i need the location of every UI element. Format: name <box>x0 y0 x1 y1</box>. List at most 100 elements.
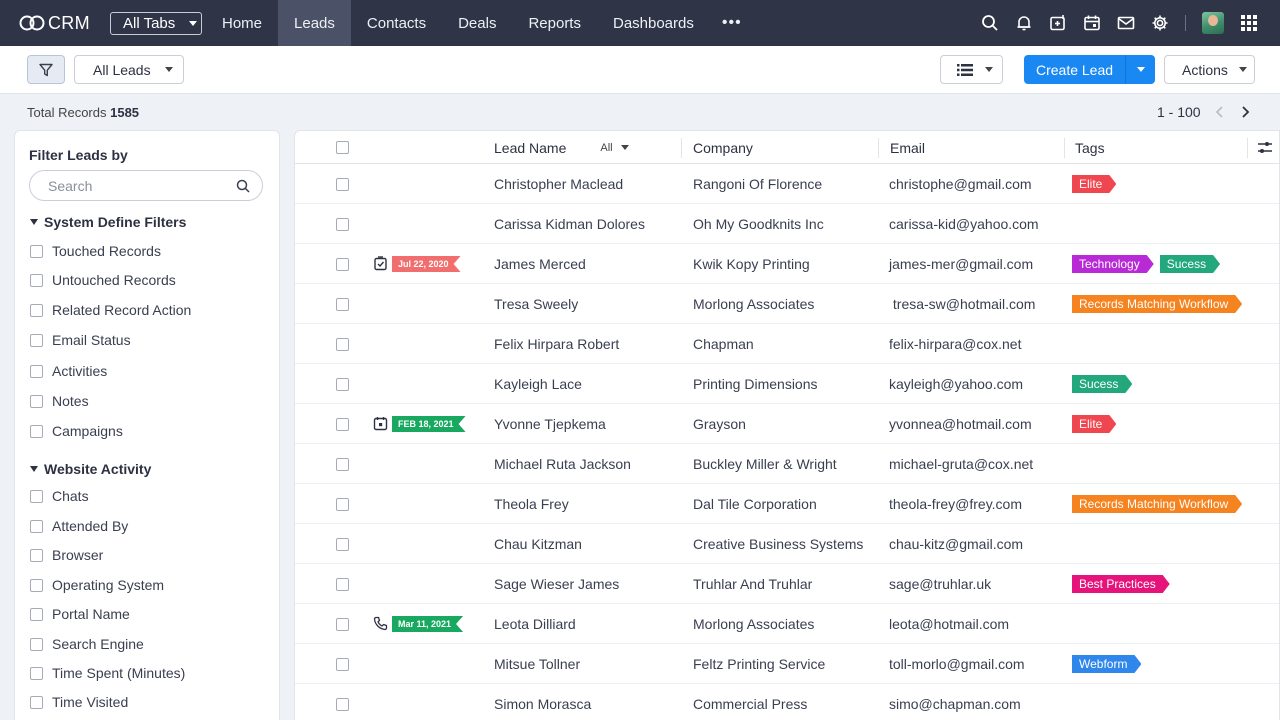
checkbox[interactable] <box>30 666 43 680</box>
email-cell[interactable]: leota@hotmail.com <box>889 604 1009 644</box>
mail-icon[interactable] <box>1109 0 1143 46</box>
row-checkbox[interactable] <box>336 257 349 271</box>
create-lead-button[interactable]: Create Lead <box>1024 55 1126 84</box>
table-row[interactable]: Tresa Sweely Morlong Associates tresa-sw@… <box>295 284 1279 324</box>
row-checkbox[interactable] <box>336 377 349 391</box>
email-cell[interactable]: michael-gruta@cox.net <box>889 444 1033 484</box>
row-checkbox[interactable] <box>336 537 349 551</box>
tag-badge[interactable]: Records Matching Workflow <box>1072 295 1242 313</box>
row-checkbox[interactable] <box>336 337 349 351</box>
filter-portal-name[interactable]: Portal Name <box>30 606 130 622</box>
checkbox[interactable] <box>30 394 43 408</box>
calendar-icon[interactable] <box>1075 0 1109 46</box>
column-lead-name[interactable]: Lead Name All <box>494 131 629 164</box>
tab-deals[interactable]: Deals <box>442 0 512 46</box>
table-row[interactable]: Sage Wieser James Truhlar And Truhlar sage… <box>295 564 1279 604</box>
table-row[interactable]: Felix Hirpara Robert Chapman felix-hirpara… <box>295 324 1279 364</box>
lead-name-link[interactable]: Chau Kitzman <box>494 524 582 564</box>
row-checkbox[interactable] <box>336 697 349 711</box>
email-cell[interactable]: tresa-sw@hotmail.com <box>889 284 1036 324</box>
add-calendar-icon[interactable] <box>1041 0 1075 46</box>
filter-toggle-button[interactable] <box>27 55 65 84</box>
checkbox[interactable] <box>30 364 43 378</box>
lead-name-link[interactable]: Theola Frey <box>494 484 569 524</box>
filter-operating-system[interactable]: Operating System <box>30 577 164 593</box>
row-checkbox[interactable] <box>336 417 349 431</box>
tag-badge[interactable]: Best Practices <box>1072 575 1170 593</box>
email-cell[interactable]: chau-kitz@gmail.com <box>889 524 1023 564</box>
email-cell[interactable]: toll-morlo@gmail.com <box>889 644 1025 684</box>
lead-name-link[interactable]: Sage Wieser James <box>494 564 619 604</box>
filter-activities[interactable]: Activities <box>30 363 107 379</box>
gear-icon[interactable] <box>1143 0 1177 46</box>
row-checkbox[interactable] <box>336 617 349 631</box>
filter-chats[interactable]: Chats <box>30 488 89 504</box>
table-row[interactable]: Mar 11, 2021 Leota Dilliard Morlong Associ… <box>295 604 1279 644</box>
phone-call-icon[interactable] <box>373 616 388 631</box>
lead-name-link[interactable]: Leota Dilliard <box>494 604 576 644</box>
user-avatar[interactable] <box>1202 12 1224 34</box>
checkbox[interactable] <box>30 424 43 438</box>
tag-badge[interactable]: Elite <box>1072 415 1116 433</box>
lead-name-link[interactable]: Yvonne Tjepkema <box>494 404 606 444</box>
lead-name-link[interactable]: Simon Morasca <box>494 684 591 720</box>
table-row[interactable]: Michael Ruta Jackson Buckley Miller & Wri… <box>295 444 1279 484</box>
search-icon[interactable] <box>973 0 1007 46</box>
checkbox[interactable] <box>30 578 43 592</box>
checkbox[interactable] <box>30 548 43 562</box>
email-cell[interactable]: yvonnea@hotmail.com <box>889 404 1032 444</box>
table-row[interactable]: Christopher Maclead Rangoni Of Florence ch… <box>295 164 1279 204</box>
lead-name-link[interactable]: Carissa Kidman Dolores <box>494 204 645 244</box>
table-row[interactable]: Mitsue Tollner Feltz Printing Service toll… <box>295 644 1279 684</box>
email-cell[interactable]: james-mer@gmail.com <box>889 244 1033 284</box>
table-row[interactable]: FEB 18, 2021 Yvonne Tjepkema Grayson yvonne… <box>295 404 1279 444</box>
checkbox[interactable] <box>30 607 43 621</box>
search-icon[interactable] <box>236 179 250 193</box>
list-view-toggle[interactable] <box>940 55 1003 84</box>
tag-badge[interactable]: Sucess <box>1072 375 1132 393</box>
row-checkbox[interactable] <box>336 497 349 511</box>
table-row[interactable]: Kayleigh Lace Printing Dimensions kayleigh… <box>295 364 1279 404</box>
tag-badge[interactable]: Elite <box>1072 175 1116 193</box>
row-checkbox[interactable] <box>336 577 349 591</box>
filter-browser[interactable]: Browser <box>30 547 103 563</box>
filter-attended-by[interactable]: Attended By <box>30 518 128 534</box>
previous-page-button[interactable] <box>1213 103 1227 121</box>
row-checkbox[interactable] <box>336 297 349 311</box>
lead-name-link[interactable]: Felix Hirpara Robert <box>494 324 619 364</box>
tag-badge[interactable]: Technology <box>1072 255 1154 273</box>
lead-name-link[interactable]: Kayleigh Lace <box>494 364 582 404</box>
actions-dropdown[interactable]: Actions <box>1164 55 1255 84</box>
checkbox[interactable] <box>30 519 43 533</box>
crm-logo[interactable]: CRM <box>19 13 101 34</box>
calendar-event-icon[interactable] <box>373 416 388 431</box>
column-company[interactable]: Company <box>693 131 753 164</box>
email-cell[interactable]: christophe@gmail.com <box>889 164 1032 204</box>
more-tabs-button[interactable]: ••• <box>710 0 754 46</box>
checkbox[interactable] <box>30 333 43 347</box>
website-activity-group[interactable]: Website Activity <box>30 461 151 477</box>
table-row[interactable]: Chau Kitzman Creative Business Systems cha… <box>295 524 1279 564</box>
column-tags[interactable]: Tags <box>1075 131 1105 164</box>
row-checkbox[interactable] <box>336 217 349 231</box>
task-check-icon[interactable] <box>373 256 388 271</box>
email-cell[interactable]: carissa-kid@yahoo.com <box>889 204 1039 244</box>
table-row[interactable]: Jul 22, 2020 James Merced Kwik Kopy Printi… <box>295 244 1279 284</box>
filter-time-visited[interactable]: Time Visited <box>30 694 128 710</box>
email-cell[interactable]: theola-frey@frey.com <box>889 484 1022 524</box>
filter-search-input[interactable] <box>48 177 218 194</box>
lead-name-link[interactable]: Christopher Maclead <box>494 164 623 204</box>
tag-badge[interactable]: Webform <box>1072 655 1141 673</box>
system-filters-group[interactable]: System Define Filters <box>30 214 186 230</box>
checkbox[interactable] <box>30 303 43 317</box>
filter-notes[interactable]: Notes <box>30 393 89 409</box>
checkbox[interactable] <box>30 489 43 503</box>
tag-badge[interactable]: Sucess <box>1160 255 1220 273</box>
filter-search-engine[interactable]: Search Engine <box>30 636 144 652</box>
create-lead-menu-button[interactable] <box>1126 55 1155 84</box>
row-checkbox[interactable] <box>336 657 349 671</box>
column-settings-icon[interactable] <box>1257 140 1273 156</box>
email-cell[interactable]: felix-hirpara@cox.net <box>889 324 1022 364</box>
tab-leads[interactable]: Leads <box>278 0 351 46</box>
tab-contacts[interactable]: Contacts <box>351 0 442 46</box>
